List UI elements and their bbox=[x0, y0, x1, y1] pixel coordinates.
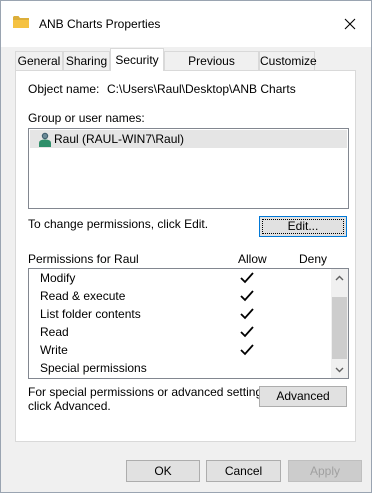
permission-name: Write bbox=[40, 343, 68, 357]
advanced-button[interactable]: Advanced bbox=[259, 386, 347, 407]
permission-row-read: Read bbox=[29, 324, 331, 342]
group-users-label: Group or user names: bbox=[28, 111, 145, 125]
allow-header: Allow bbox=[238, 252, 267, 266]
permissions-scrollbar[interactable] bbox=[331, 269, 348, 378]
close-button[interactable] bbox=[337, 11, 363, 37]
permission-name: Read & execute bbox=[40, 289, 126, 303]
scroll-thumb[interactable] bbox=[332, 297, 347, 359]
chevron-up-icon bbox=[335, 275, 344, 280]
permissions-for-label: Permissions for Raul bbox=[28, 252, 139, 266]
chevron-down-icon bbox=[335, 367, 344, 372]
permission-row-write: Write bbox=[29, 342, 331, 360]
list-item[interactable]: Raul (RAUL-WIN7\Raul) bbox=[30, 130, 347, 148]
deny-header: Deny bbox=[299, 252, 328, 266]
object-name-label: Object name: bbox=[28, 82, 100, 96]
permission-row-list-folder: List folder contents bbox=[29, 306, 331, 324]
allow-check-icon bbox=[240, 290, 254, 302]
apply-button[interactable]: Apply bbox=[288, 460, 362, 482]
tab-previous-versions[interactable]: Previous Versions bbox=[164, 51, 259, 86]
object-name-value: C:\Users\Raul\Desktop\ANB Charts bbox=[107, 82, 296, 96]
tab-customize[interactable]: Customize bbox=[259, 51, 317, 70]
allow-check-icon bbox=[240, 308, 254, 320]
close-icon bbox=[344, 18, 356, 30]
scroll-up-button[interactable] bbox=[331, 269, 348, 286]
user-icon bbox=[39, 132, 51, 147]
advanced-hint-line1: For special permissions or advanced sett… bbox=[28, 385, 272, 399]
permission-row-read-execute: Read & execute bbox=[29, 288, 331, 306]
permission-name: Special permissions bbox=[40, 361, 147, 375]
permissions-list: Modify Read & execute List folder conten… bbox=[28, 268, 349, 379]
cancel-button[interactable]: Cancel bbox=[206, 460, 281, 482]
allow-check-icon bbox=[240, 326, 254, 338]
tab-sharing[interactable]: Sharing bbox=[63, 51, 110, 70]
edit-button[interactable]: Edit... bbox=[259, 216, 347, 237]
allow-check-icon bbox=[240, 272, 254, 284]
allow-check-icon bbox=[240, 344, 254, 356]
permission-name: Modify bbox=[40, 271, 76, 285]
change-permissions-text: To change permissions, click Edit. bbox=[28, 217, 209, 231]
title-bar[interactable]: ANB Charts Properties bbox=[1, 1, 371, 47]
tab-security[interactable]: Security bbox=[110, 48, 164, 71]
tab-general[interactable]: General bbox=[15, 51, 63, 70]
users-listbox[interactable]: Raul (RAUL-WIN7\Raul) bbox=[28, 128, 349, 209]
permission-row-modify: Modify bbox=[29, 270, 331, 288]
security-panel: Object name: C:\Users\Raul\Desktop\ANB C… bbox=[15, 70, 356, 442]
ok-button[interactable]: OK bbox=[126, 460, 200, 482]
properties-dialog: ANB Charts Properties General Sharing Se… bbox=[0, 0, 372, 493]
advanced-hint-line2: click Advanced. bbox=[28, 399, 111, 413]
user-name: Raul (RAUL-WIN7\Raul) bbox=[54, 132, 185, 146]
permission-row-special: Special permissions bbox=[29, 360, 331, 378]
permission-name: Read bbox=[40, 325, 69, 339]
permission-name: List folder contents bbox=[40, 307, 141, 321]
scroll-down-button[interactable] bbox=[331, 361, 348, 378]
window-title: ANB Charts Properties bbox=[39, 17, 161, 31]
folder-icon bbox=[13, 16, 29, 28]
